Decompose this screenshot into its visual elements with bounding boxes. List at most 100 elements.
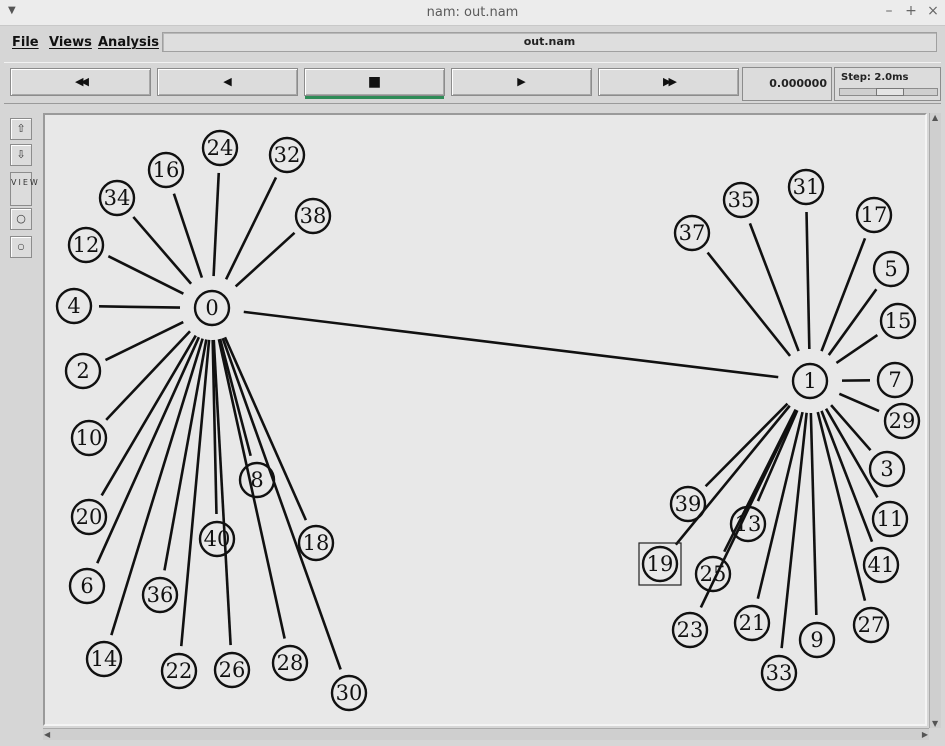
node-22[interactable]: 22 [160,652,198,690]
link-1-9[interactable] [809,412,818,616]
node-14[interactable]: 14 [85,640,123,678]
node-30[interactable]: 30 [330,674,368,712]
node-34[interactable]: 34 [98,179,136,217]
link-0-8[interactable] [218,338,252,457]
link-0-22[interactable] [179,339,211,647]
fast-rewind-icon: ◀◀ [75,75,89,88]
link-0-2[interactable] [104,320,184,362]
node-24[interactable]: 24 [201,129,239,167]
node-39[interactable]: 39 [669,485,707,523]
node-label: 0 [205,296,218,320]
fast-forward-button[interactable]: ▶▶ [598,68,739,96]
link-0-32[interactable] [224,176,278,280]
fast-rewind-button[interactable]: ◀◀ [10,68,151,96]
node-33[interactable]: 33 [760,654,798,692]
node-5[interactable]: 5 [872,250,910,288]
node-41[interactable]: 41 [862,546,900,584]
maximize-icon[interactable]: + [902,3,920,19]
link-1-15[interactable] [835,334,879,365]
node-37[interactable]: 37 [673,214,711,252]
link-0-6[interactable] [96,336,201,564]
zoom-out-icon[interactable]: ⇩ [10,144,32,166]
link-1-35[interactable] [748,222,800,352]
node-19[interactable]: 19 [638,542,682,586]
node-label: 11 [877,507,904,531]
node-35[interactable]: 35 [722,181,760,219]
node-31[interactable]: 31 [787,168,825,206]
node-2[interactable]: 2 [64,352,102,390]
large-node-icon[interactable]: ○ [10,208,32,230]
link-0-4[interactable] [98,305,181,309]
link-1-19[interactable] [674,404,791,546]
play-icon: ▶ [517,75,526,88]
view-button[interactable]: VIEW [10,172,38,206]
node-4[interactable]: 4 [55,287,93,325]
node-7[interactable]: 7 [876,361,914,399]
step-slider[interactable] [839,88,938,96]
link-1-29[interactable] [838,392,880,413]
node-10[interactable]: 10 [70,419,108,457]
node-label: 23 [677,618,704,642]
nam-window: ▼ nam: out.nam – + × File Views Analysis… [0,0,945,746]
link-0-18[interactable] [223,336,308,521]
step-slider-thumb[interactable] [876,88,904,96]
node-38[interactable]: 38 [294,197,332,235]
node-23[interactable]: 23 [671,611,709,649]
node-29[interactable]: 29 [883,402,921,440]
node-label: 36 [147,583,174,607]
link-0-1[interactable] [243,310,779,379]
node-32[interactable]: 32 [268,136,306,174]
menu-file[interactable]: File [12,35,39,50]
close-icon[interactable]: × [924,3,942,19]
node-3[interactable]: 3 [868,450,906,488]
node-1[interactable]: 1 [791,362,829,400]
link-0-24[interactable] [212,172,221,277]
link-0-16[interactable] [172,193,204,279]
network-canvas[interactable]: 0 1 24 32 16 38 34 12 4 2 10 20 6 14 36 22 40 26 8 28 18 30 31… [43,113,927,726]
node-36[interactable]: 36 [141,576,179,614]
minimize-icon[interactable]: – [880,3,898,19]
node-27[interactable]: 27 [852,606,890,644]
zoom-in-icon[interactable]: ⇧ [10,118,32,140]
node-8[interactable]: 8 [238,461,276,499]
window-title: nam: out.nam [426,5,519,20]
node-9[interactable]: 9 [798,621,836,659]
step-control: Step: 2.0ms [834,67,941,101]
link-1-39[interactable] [704,402,789,488]
node-17[interactable]: 17 [855,196,893,234]
node-15[interactable]: 15 [879,302,917,340]
node-20[interactable]: 20 [70,498,108,536]
small-node-icon[interactable]: ○ [10,236,32,258]
node-label: 26 [219,658,246,682]
node-21[interactable]: 21 [733,604,771,642]
node-18[interactable]: 18 [297,524,335,562]
node-11[interactable]: 11 [871,500,909,538]
menu-views[interactable]: Views [49,35,92,50]
play-button[interactable]: ▶ [451,68,592,96]
node-26[interactable]: 26 [213,651,251,689]
link-1-37[interactable] [706,251,792,357]
link-1-11[interactable] [824,408,879,499]
node-28[interactable]: 28 [271,644,309,682]
node-13[interactable]: 13 [729,505,767,543]
vertical-scrollbar[interactable]: ▲ ▼ [929,113,941,728]
node-label: 16 [153,158,180,182]
scroll-down-icon[interactable]: ▼ [932,719,938,728]
topology-graph[interactable]: 0124 321638341242102061436224026828183031… [45,115,925,724]
node-6[interactable]: 6 [68,567,106,605]
scroll-right-icon[interactable]: ▶ [922,730,928,739]
node-25[interactable]: 25 [694,555,732,593]
rewind-button[interactable]: ◀ [157,68,298,96]
horizontal-scrollbar[interactable]: ◀ ▶ [43,728,929,740]
link-0-10[interactable] [105,330,191,421]
node-12[interactable]: 12 [67,226,105,264]
stop-button[interactable]: ■ [304,68,445,99]
scroll-left-icon[interactable]: ◀ [44,730,50,739]
link-1-5[interactable] [827,288,878,356]
link-1-31[interactable] [805,211,811,350]
node-0[interactable]: 0 [193,289,231,327]
node-40[interactable]: 40 [198,520,236,558]
scroll-up-icon[interactable]: ▲ [932,113,938,122]
menu-analysis[interactable]: Analysis [98,35,159,50]
node-16[interactable]: 16 [147,151,185,189]
